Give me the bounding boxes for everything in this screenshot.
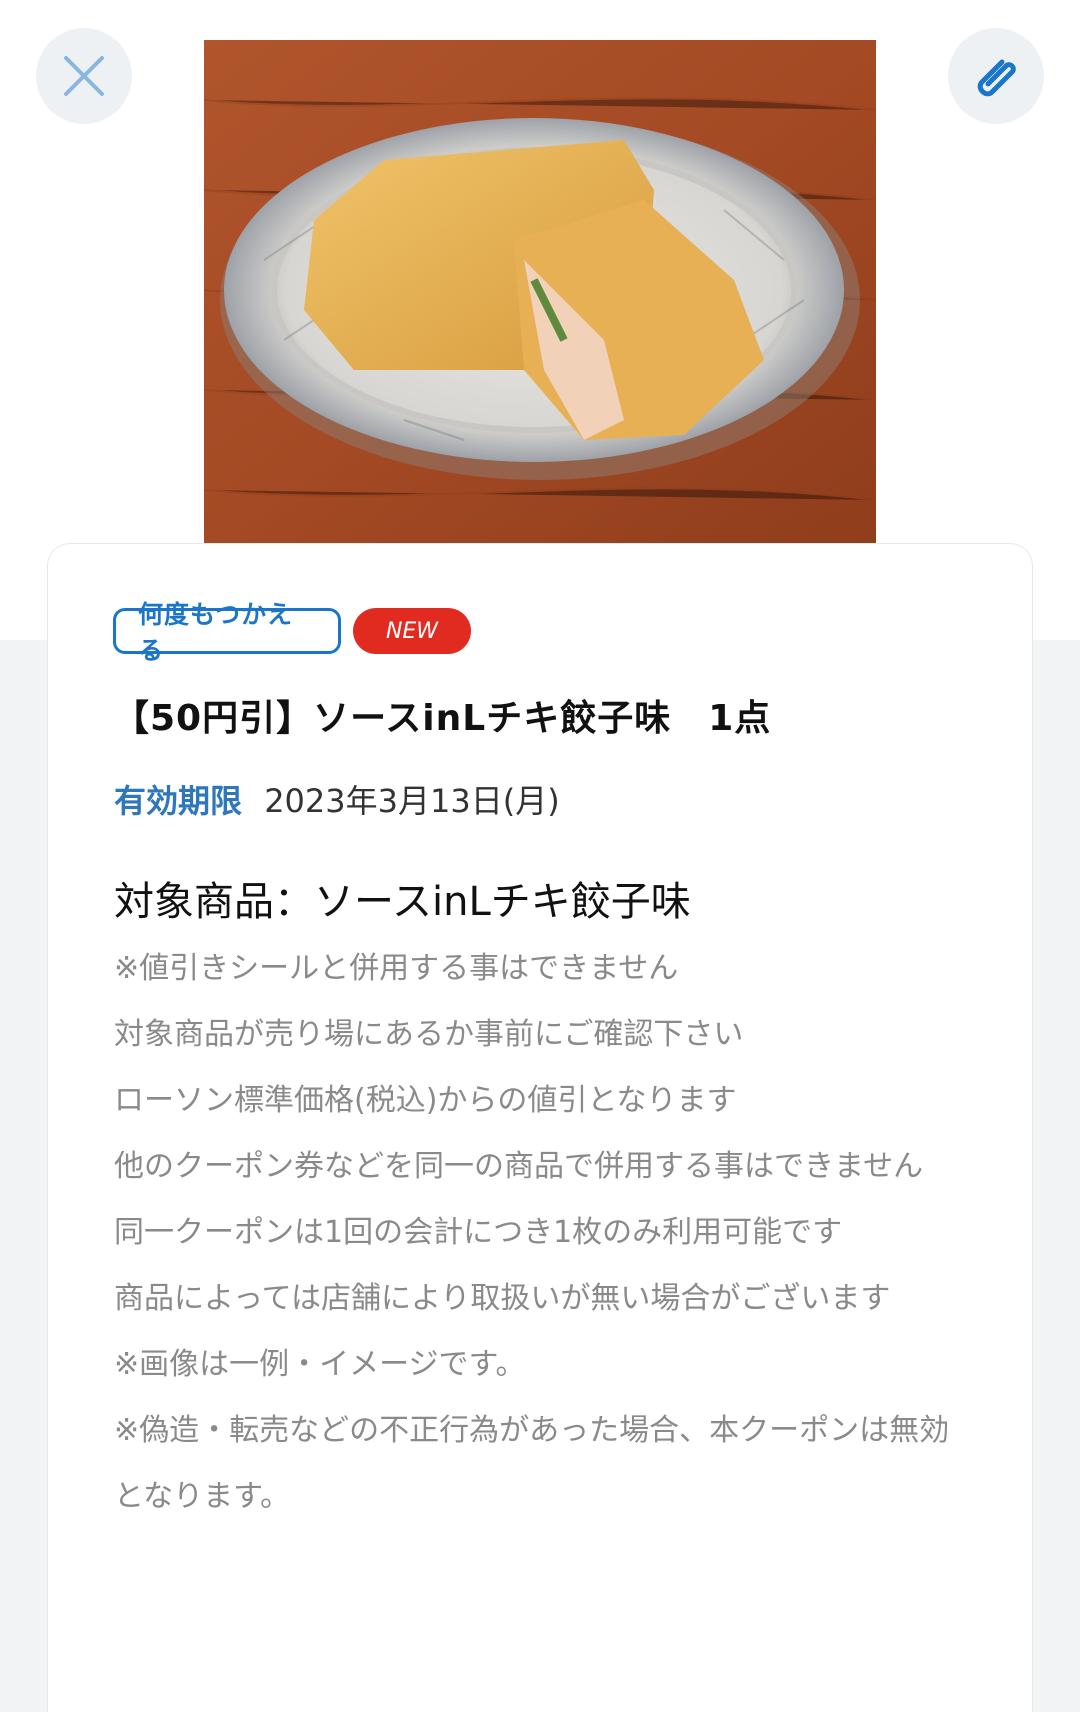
- new-badge: NEW: [353, 608, 471, 654]
- note-line: 同一クーポンは1回の会計につき1枚のみ利用可能です: [114, 1215, 843, 1250]
- validity-date: 2023年3月13日(月): [264, 782, 560, 820]
- note-line: ※偽造・転売などの不正行為があった場合、本クーポンは無効となります。: [114, 1413, 950, 1514]
- note-line: ※画像は一例・イメージです。: [114, 1347, 526, 1382]
- note-line: ローソン標準価格(税込)からの値引となります: [114, 1083, 737, 1118]
- coupon-title: 【50円引】ソースinLチキ餃子味 1点: [113, 698, 772, 739]
- close-icon: [64, 56, 104, 96]
- note-line: 他のクーポン券などを同一の商品で併用する事はできません: [114, 1149, 924, 1184]
- target-product: 対象商品：ソースinLチキ餃子味: [114, 879, 691, 925]
- badge-row: 何度もつかえる NEW: [113, 600, 471, 665]
- notes: ※値引きシールと併用する事はできません 対象商品が売り場にあるか事前にご確認下さ…: [114, 936, 974, 1530]
- paperclip-icon: [977, 59, 1016, 97]
- note-line: ※値引きシールと併用する事はできません: [114, 951, 679, 986]
- note-line: 商品によっては店舗により取扱いが無い場合がございます: [114, 1281, 891, 1316]
- product-photo: [204, 40, 876, 543]
- reusable-badge: 何度もつかえる: [113, 600, 341, 665]
- coupon-card: 何度もつかえる NEW 【50円引】ソースinLチキ餃子味 1点 有効期限 20…: [48, 544, 1032, 1712]
- validity: 有効期限 2023年3月13日(月): [114, 776, 560, 822]
- note-line: 対象商品が売り場にあるか事前にご確認下さい: [114, 1017, 744, 1052]
- close-button[interactable]: [36, 28, 132, 124]
- attach-button[interactable]: [948, 28, 1044, 124]
- validity-label: 有効期限: [114, 782, 243, 820]
